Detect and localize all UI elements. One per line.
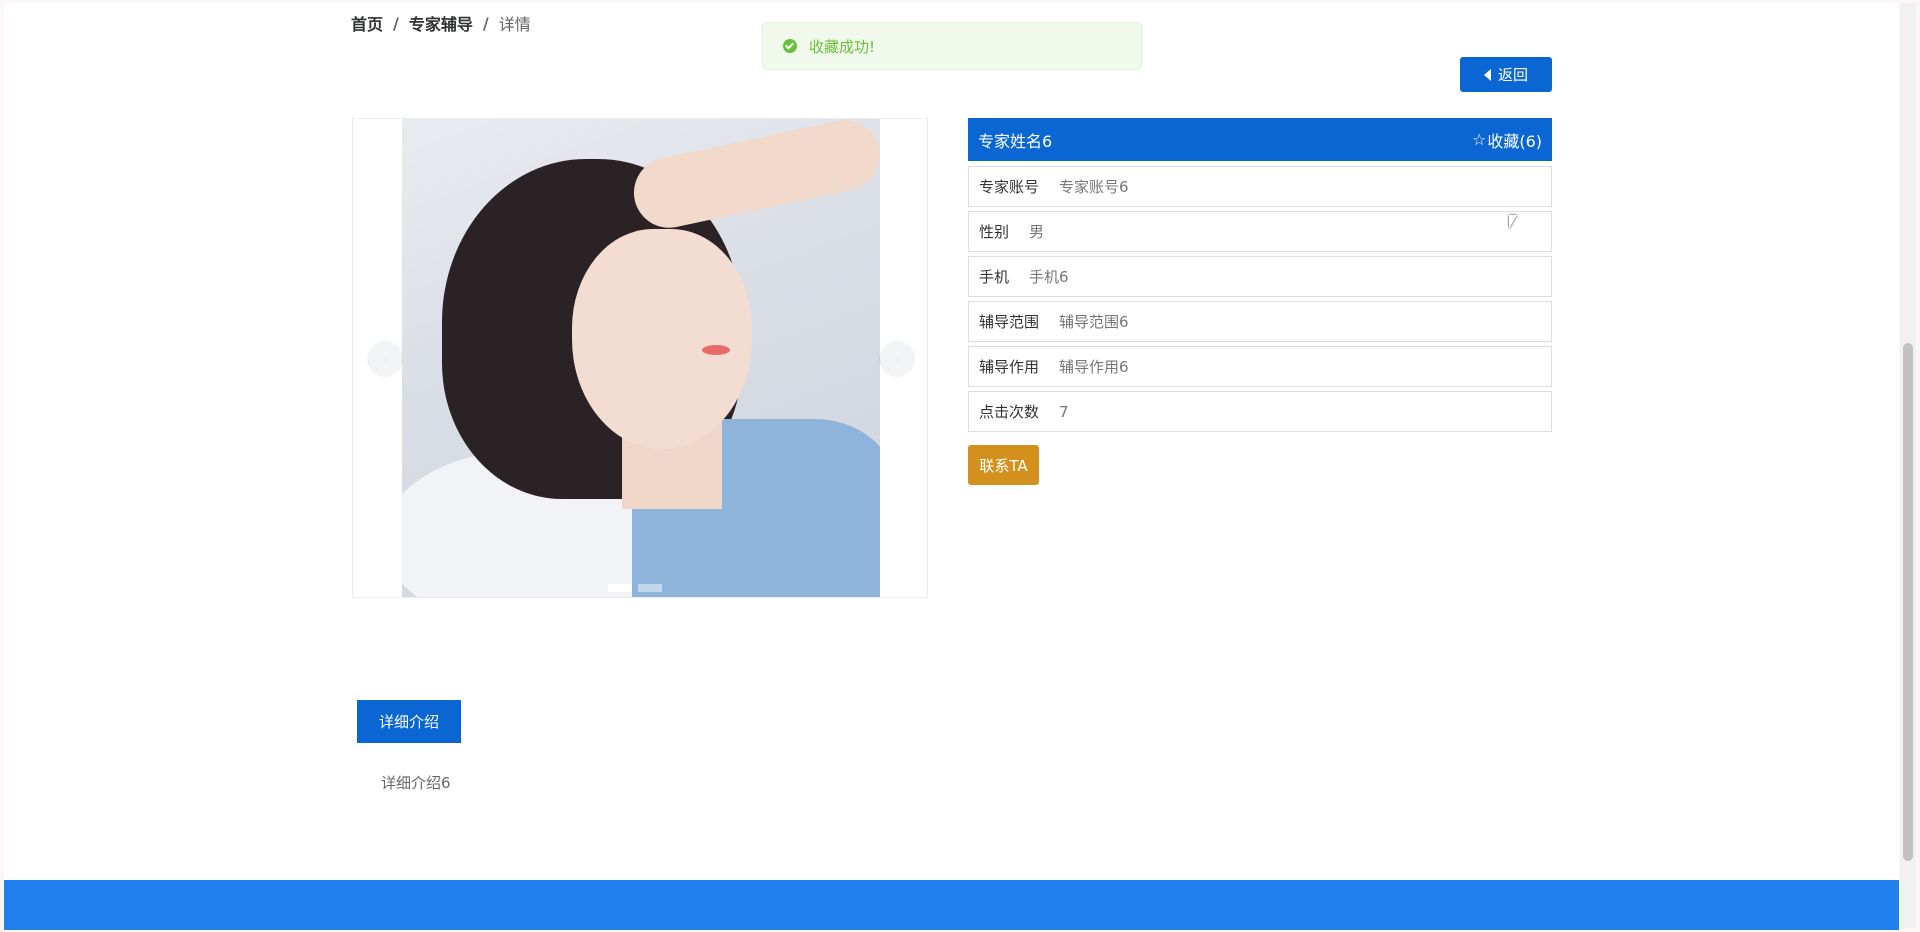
- field-value: 辅导范围6: [1059, 313, 1129, 331]
- detail-content: 详细介绍6: [381, 774, 451, 792]
- footer: [4, 880, 1899, 930]
- expert-photo: [402, 119, 880, 597]
- breadcrumb-home[interactable]: 首页: [351, 11, 383, 35]
- breadcrumb-section[interactable]: 专家辅导: [409, 11, 473, 35]
- toast-message: 收藏成功!: [809, 37, 876, 56]
- back-button[interactable]: 返回: [1460, 57, 1552, 92]
- contact-button[interactable]: 联系TA: [968, 445, 1039, 485]
- field-value: 7: [1059, 402, 1069, 421]
- field-value: 男: [1029, 223, 1045, 241]
- info-row-effect: 辅导作用 辅导作用6: [968, 346, 1552, 387]
- favorite-label: 收藏(6): [1487, 131, 1542, 151]
- star-outline-icon: ☆: [1471, 130, 1487, 149]
- info-row-scope: 辅导范围 辅导范围6: [968, 301, 1552, 342]
- info-row-account: 专家账号 专家账号6: [968, 166, 1552, 207]
- field-value: 辅导作用6: [1059, 358, 1129, 376]
- field-label: 辅导作用: [979, 358, 1040, 376]
- expert-name: 专家姓名6: [978, 131, 1053, 151]
- mouse-cursor-icon: [1509, 215, 1517, 229]
- info-row-phone: 手机 手机6: [968, 256, 1552, 297]
- breadcrumb: 首页 / 专家辅导 / 详情: [351, 11, 531, 35]
- breadcrumb-separator: /: [393, 13, 399, 33]
- field-label: 辅导范围: [979, 313, 1040, 331]
- carousel-prev-button[interactable]: ‹: [367, 341, 403, 377]
- info-row-gender: 性别 男: [968, 211, 1552, 252]
- breadcrumb-separator: /: [482, 13, 489, 33]
- breadcrumb-current: 详情: [498, 15, 531, 34]
- scrollbar-thumb[interactable]: [1903, 343, 1913, 861]
- field-value: 手机6: [1029, 268, 1069, 286]
- chevron-left-icon: ‹: [381, 348, 389, 370]
- field-label: 专家账号: [979, 178, 1040, 196]
- field-label: 性别: [979, 223, 1010, 241]
- info-row-clicks: 点击次数 7: [968, 391, 1552, 432]
- carousel-indicator[interactable]: [638, 584, 662, 592]
- field-label: 点击次数: [979, 403, 1040, 421]
- field-label: 手机: [979, 268, 1010, 286]
- page-frame: [4, 3, 1899, 928]
- carousel-indicators: [608, 584, 662, 592]
- carousel-indicator[interactable]: [608, 584, 632, 592]
- chevron-right-icon: ›: [893, 348, 901, 370]
- scrollbar[interactable]: [1900, 3, 1916, 928]
- check-circle-icon: [783, 39, 797, 53]
- back-button-label: 返回: [1497, 66, 1528, 84]
- field-value: 专家账号6: [1059, 178, 1129, 196]
- favorite-button[interactable]: ☆ 收藏(6): [1472, 128, 1542, 152]
- image-carousel: ‹ ›: [352, 118, 928, 598]
- carousel-next-button[interactable]: ›: [879, 341, 915, 377]
- caret-left-icon: [1483, 68, 1491, 81]
- success-toast: 收藏成功!: [762, 22, 1142, 70]
- expert-header: 专家姓名6 ☆ 收藏(6): [968, 118, 1552, 161]
- tab-detail[interactable]: 详细介绍: [357, 700, 461, 743]
